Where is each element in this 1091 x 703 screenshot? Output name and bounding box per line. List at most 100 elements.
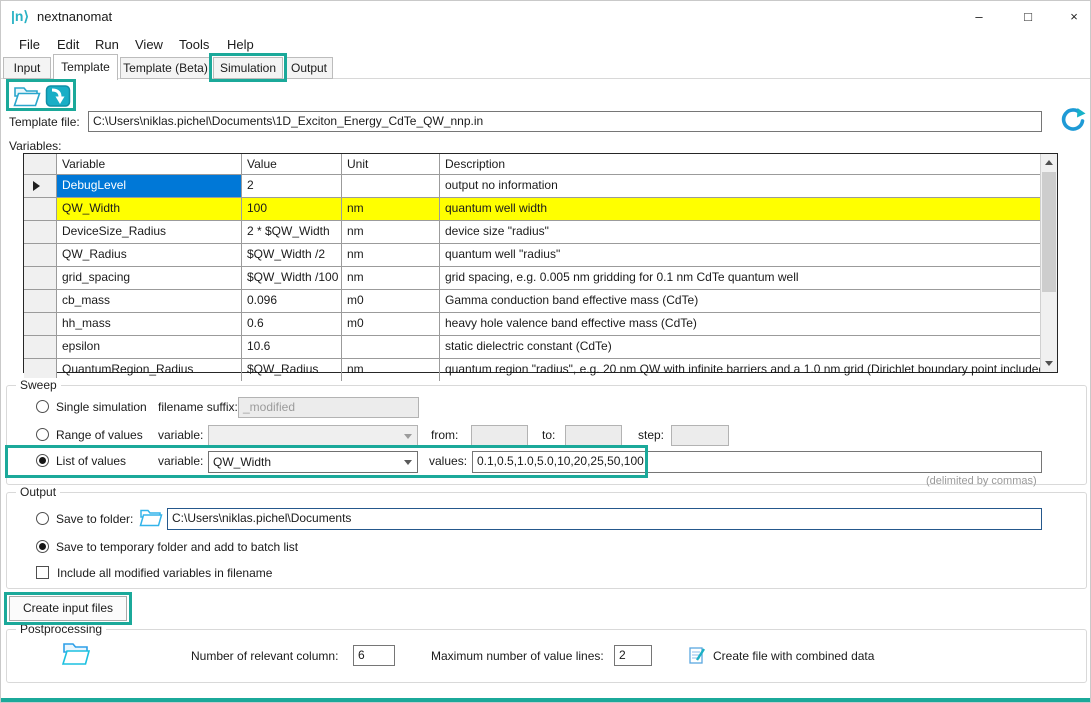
cell-value[interactable]: $QW_Width /100 <box>242 267 342 289</box>
scroll-up-icon[interactable] <box>1045 160 1053 165</box>
open-template-icon[interactable] <box>13 84 41 108</box>
cell-description[interactable]: heavy hole valence band effective mass (… <box>440 313 1040 335</box>
value-lines-input[interactable]: 2 <box>614 645 652 666</box>
refresh-icon[interactable] <box>1058 106 1086 134</box>
import-template-icon[interactable] <box>45 84 71 108</box>
table-row[interactable]: DebugLevel 2 output no information <box>24 175 1057 198</box>
cell-unit[interactable]: nm <box>342 359 440 381</box>
menu-help[interactable]: Help <box>227 37 254 52</box>
cell-variable[interactable]: grid_spacing <box>57 267 242 289</box>
cell-unit[interactable]: nm <box>342 244 440 266</box>
cell-value[interactable]: 10.6 <box>242 336 342 358</box>
menu-view[interactable]: View <box>135 37 163 52</box>
table-row[interactable]: grid_spacing $QW_Width /100 nm grid spac… <box>24 267 1057 290</box>
filename-suffix-input[interactable]: _modified <box>238 397 419 418</box>
row-selector[interactable] <box>24 267 57 289</box>
cell-variable[interactable]: hh_mass <box>57 313 242 335</box>
cell-unit[interactable] <box>342 175 440 197</box>
row-selector[interactable] <box>24 175 57 197</box>
cell-variable[interactable]: cb_mass <box>57 290 242 312</box>
cell-description[interactable]: quantum well width <box>440 198 1040 220</box>
cell-unit[interactable]: m0 <box>342 313 440 335</box>
include-variables-checkbox[interactable] <box>36 566 49 579</box>
cell-unit[interactable]: m0 <box>342 290 440 312</box>
header-gutter[interactable] <box>24 154 57 174</box>
cell-variable[interactable]: DeviceSize_Radius <box>57 221 242 243</box>
cell-value[interactable]: 2 * $QW_Width <box>242 221 342 243</box>
cell-description[interactable]: device size "radius" <box>440 221 1040 243</box>
row-selector[interactable] <box>24 313 57 335</box>
header-description[interactable]: Description <box>440 154 1040 174</box>
row-selector[interactable] <box>24 336 57 358</box>
cell-description[interactable]: static dielectric constant (CdTe) <box>440 336 1040 358</box>
list-variable-select[interactable]: QW_Width <box>208 451 418 473</box>
table-scrollbar[interactable] <box>1040 154 1057 372</box>
row-selector[interactable] <box>24 290 57 312</box>
header-unit[interactable]: Unit <box>342 154 440 174</box>
close-button[interactable]: × <box>1059 7 1089 27</box>
header-variable[interactable]: Variable <box>57 154 242 174</box>
cell-variable[interactable]: epsilon <box>57 336 242 358</box>
table-row[interactable]: hh_mass 0.6 m0 heavy hole valence band e… <box>24 313 1057 336</box>
relevant-column-input[interactable]: 6 <box>353 645 395 666</box>
tab-input[interactable]: Input <box>3 57 51 79</box>
header-value[interactable]: Value <box>242 154 342 174</box>
row-selector[interactable] <box>24 198 57 220</box>
menu-tools[interactable]: Tools <box>179 37 209 52</box>
tab-template-beta[interactable]: Template (Beta) <box>120 57 211 79</box>
cell-description[interactable]: grid spacing, e.g. 0.005 nm gridding for… <box>440 267 1040 289</box>
cell-description[interactable]: quantum well "radius" <box>440 244 1040 266</box>
single-simulation-radio[interactable] <box>36 400 49 413</box>
tab-simulation[interactable]: Simulation <box>213 57 283 79</box>
combined-data-icon[interactable] <box>689 646 706 665</box>
table-row[interactable]: QW_Radius $QW_Width /2 nm quantum well "… <box>24 244 1057 267</box>
table-row[interactable]: cb_mass 0.096 m0 Gamma conduction band e… <box>24 290 1057 313</box>
values-input[interactable]: 0.1,0.5,1.0,5.0,10,20,25,50,100 <box>472 451 1042 473</box>
row-selector[interactable] <box>24 221 57 243</box>
save-temp-radio[interactable] <box>36 540 49 553</box>
list-of-values-radio[interactable] <box>36 454 49 467</box>
row-selector[interactable] <box>24 244 57 266</box>
cell-variable[interactable]: DebugLevel <box>57 175 242 197</box>
menu-edit[interactable]: Edit <box>57 37 79 52</box>
table-row[interactable]: DeviceSize_Radius 2 * $QW_Width nm devic… <box>24 221 1057 244</box>
scroll-down-icon[interactable] <box>1045 361 1053 366</box>
cell-description[interactable]: output no information <box>440 175 1040 197</box>
save-folder-path-input[interactable]: C:\Users\niklas.pichel\Documents <box>167 508 1042 530</box>
cell-value[interactable]: 100 <box>242 198 342 220</box>
step-input[interactable] <box>671 425 729 446</box>
cell-description[interactable]: Gamma conduction band effective mass (Cd… <box>440 290 1040 312</box>
table-row[interactable]: QW_Width 100 nm quantum well width <box>24 198 1057 221</box>
range-of-values-radio[interactable] <box>36 428 49 441</box>
folder-icon[interactable] <box>139 507 163 528</box>
cell-value[interactable]: $QW_Radius <box>242 359 342 381</box>
cell-value[interactable]: 0.6 <box>242 313 342 335</box>
cell-unit[interactable]: nm <box>342 221 440 243</box>
cell-variable[interactable]: QW_Width <box>57 198 242 220</box>
cell-unit[interactable]: nm <box>342 198 440 220</box>
template-file-input[interactable]: C:\Users\niklas.pichel\Documents\1D_Exci… <box>88 111 1042 132</box>
cell-variable[interactable]: QW_Radius <box>57 244 242 266</box>
table-row[interactable]: QuantumRegion_Radius $QW_Radius nm quant… <box>24 359 1057 381</box>
from-input[interactable] <box>471 425 528 446</box>
cell-value[interactable]: $QW_Width /2 <box>242 244 342 266</box>
create-input-files-button[interactable]: Create input files <box>9 596 127 621</box>
to-input[interactable] <box>565 425 622 446</box>
tab-output[interactable]: Output <box>285 57 333 79</box>
tab-template[interactable]: Template <box>53 54 118 80</box>
cell-unit[interactable] <box>342 336 440 358</box>
cell-variable[interactable]: QuantumRegion_Radius <box>57 359 242 381</box>
cell-unit[interactable]: nm <box>342 267 440 289</box>
cell-value[interactable]: 2 <box>242 175 342 197</box>
postprocessing-folder-icon[interactable] <box>61 640 91 667</box>
scrollbar-thumb[interactable] <box>1042 172 1056 292</box>
range-variable-select[interactable] <box>208 425 418 446</box>
maximize-button[interactable]: □ <box>1013 7 1043 27</box>
table-row[interactable]: epsilon 10.6 static dielectric constant … <box>24 336 1057 359</box>
save-to-folder-radio[interactable] <box>36 512 49 525</box>
menu-file[interactable]: File <box>19 37 40 52</box>
menu-run[interactable]: Run <box>95 37 119 52</box>
cell-description[interactable]: quantum region "radius", e.g. 20 nm QW w… <box>440 359 1040 381</box>
cell-value[interactable]: 0.096 <box>242 290 342 312</box>
minimize-button[interactable]: – <box>964 7 994 27</box>
